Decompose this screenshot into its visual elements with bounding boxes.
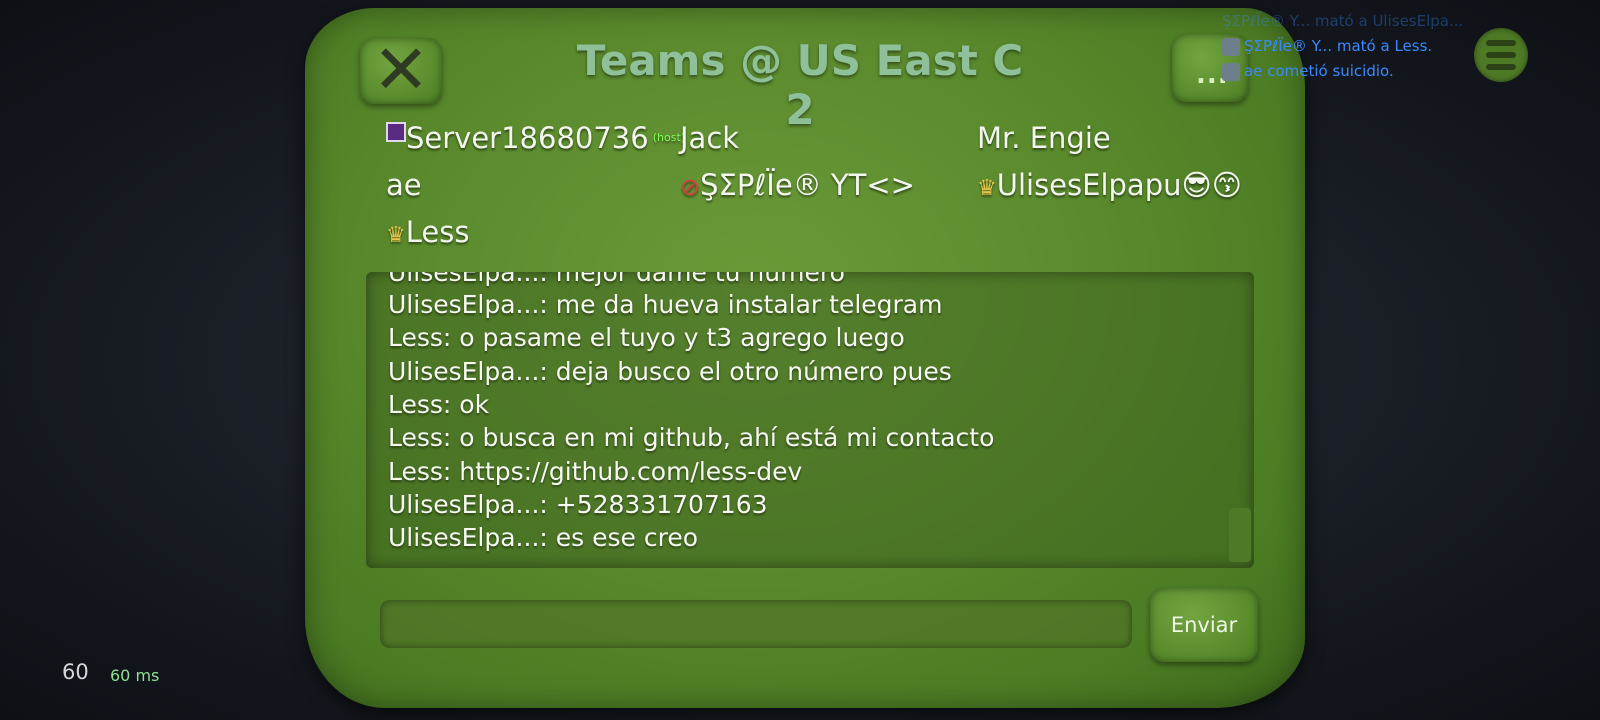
killfeed-entry: ae cometió suicidio. (1222, 62, 1394, 81)
player-entry[interactable]: ♛Less (386, 214, 469, 254)
menu-button[interactable] (1474, 28, 1528, 82)
chat-scrollbar[interactable] (1229, 508, 1251, 562)
ping-indicator: 60 ms (110, 666, 160, 685)
chat-message: UlisesElpa...: deja busco el otro número… (388, 357, 952, 386)
chat-message: UlisesElpa...: +528331707163 (388, 490, 768, 519)
player-entry[interactable]: Jack (680, 120, 739, 156)
chat-message: Less: https://github.com/less-dev (388, 457, 803, 486)
chat-message: Less: o busca en mi github, ahí está mi … (388, 423, 995, 452)
killfeed-text: ŞΣPℓÏe® Y... mató a Less. (1244, 37, 1433, 55)
player-name: Mr. Engie (977, 121, 1111, 155)
killfeed-entry: ŞΣPℓÏe® Y... mató a UlisesElpa... (1222, 12, 1463, 30)
crown-icon: ♛ (977, 176, 997, 201)
chat-message: UlisesElpa...: me da hueva instalar tele… (388, 290, 943, 319)
host-square-icon (386, 122, 406, 142)
chat-log[interactable]: UlisesElpa...: mejor dame tu número Ulis… (366, 272, 1254, 568)
player-entry[interactable]: Mr. Engie (977, 120, 1111, 156)
killfeed-entry: ŞΣPℓÏe® Y... mató a Less. (1222, 37, 1432, 56)
player-name: Server18680736 (406, 121, 649, 155)
player-entry[interactable]: ⊘ŞΣPℓÏe® YT<> (680, 167, 915, 205)
fps-counter: 60 (62, 660, 89, 684)
close-icon: ✕ (372, 31, 430, 110)
player-avatar-icon (1222, 62, 1240, 81)
player-name: ae (386, 168, 422, 202)
killfeed-text: ŞΣPℓÏe® Y... mató a UlisesElpa... (1222, 12, 1464, 30)
crossed-crown-icon: ⊘ (680, 173, 701, 201)
chat-message: UlisesElpa...: es ese creo (388, 523, 698, 552)
player-name: Less (405, 215, 470, 249)
chat-message: UlisesElpa...: mejor dame tu número (388, 272, 845, 287)
player-entry[interactable]: ♛UlisesElpapu😎😙 (977, 167, 1242, 207)
chat-input[interactable] (380, 600, 1132, 648)
player-name: UlisesElpapu😎😙 (996, 168, 1242, 202)
player-name: Jack (680, 121, 740, 155)
crown-icon: ♛ (386, 223, 406, 248)
player-entry[interactable]: Server18680736 (host) (386, 120, 685, 156)
close-button[interactable]: ✕ (360, 31, 442, 110)
menu-icon (1486, 40, 1516, 46)
player-avatar-icon (1222, 37, 1240, 56)
chat-message: Less: o pasame el tuyo y t3 agrego luego (388, 323, 905, 352)
chat-message: Less: ok (388, 390, 490, 419)
killfeed-text: ae cometió suicidio. (1244, 62, 1394, 80)
player-name: ŞΣPℓÏe® YT<> (700, 168, 915, 202)
player-entry[interactable]: ae (386, 167, 422, 203)
send-button[interactable]: Enviar (1150, 588, 1258, 662)
